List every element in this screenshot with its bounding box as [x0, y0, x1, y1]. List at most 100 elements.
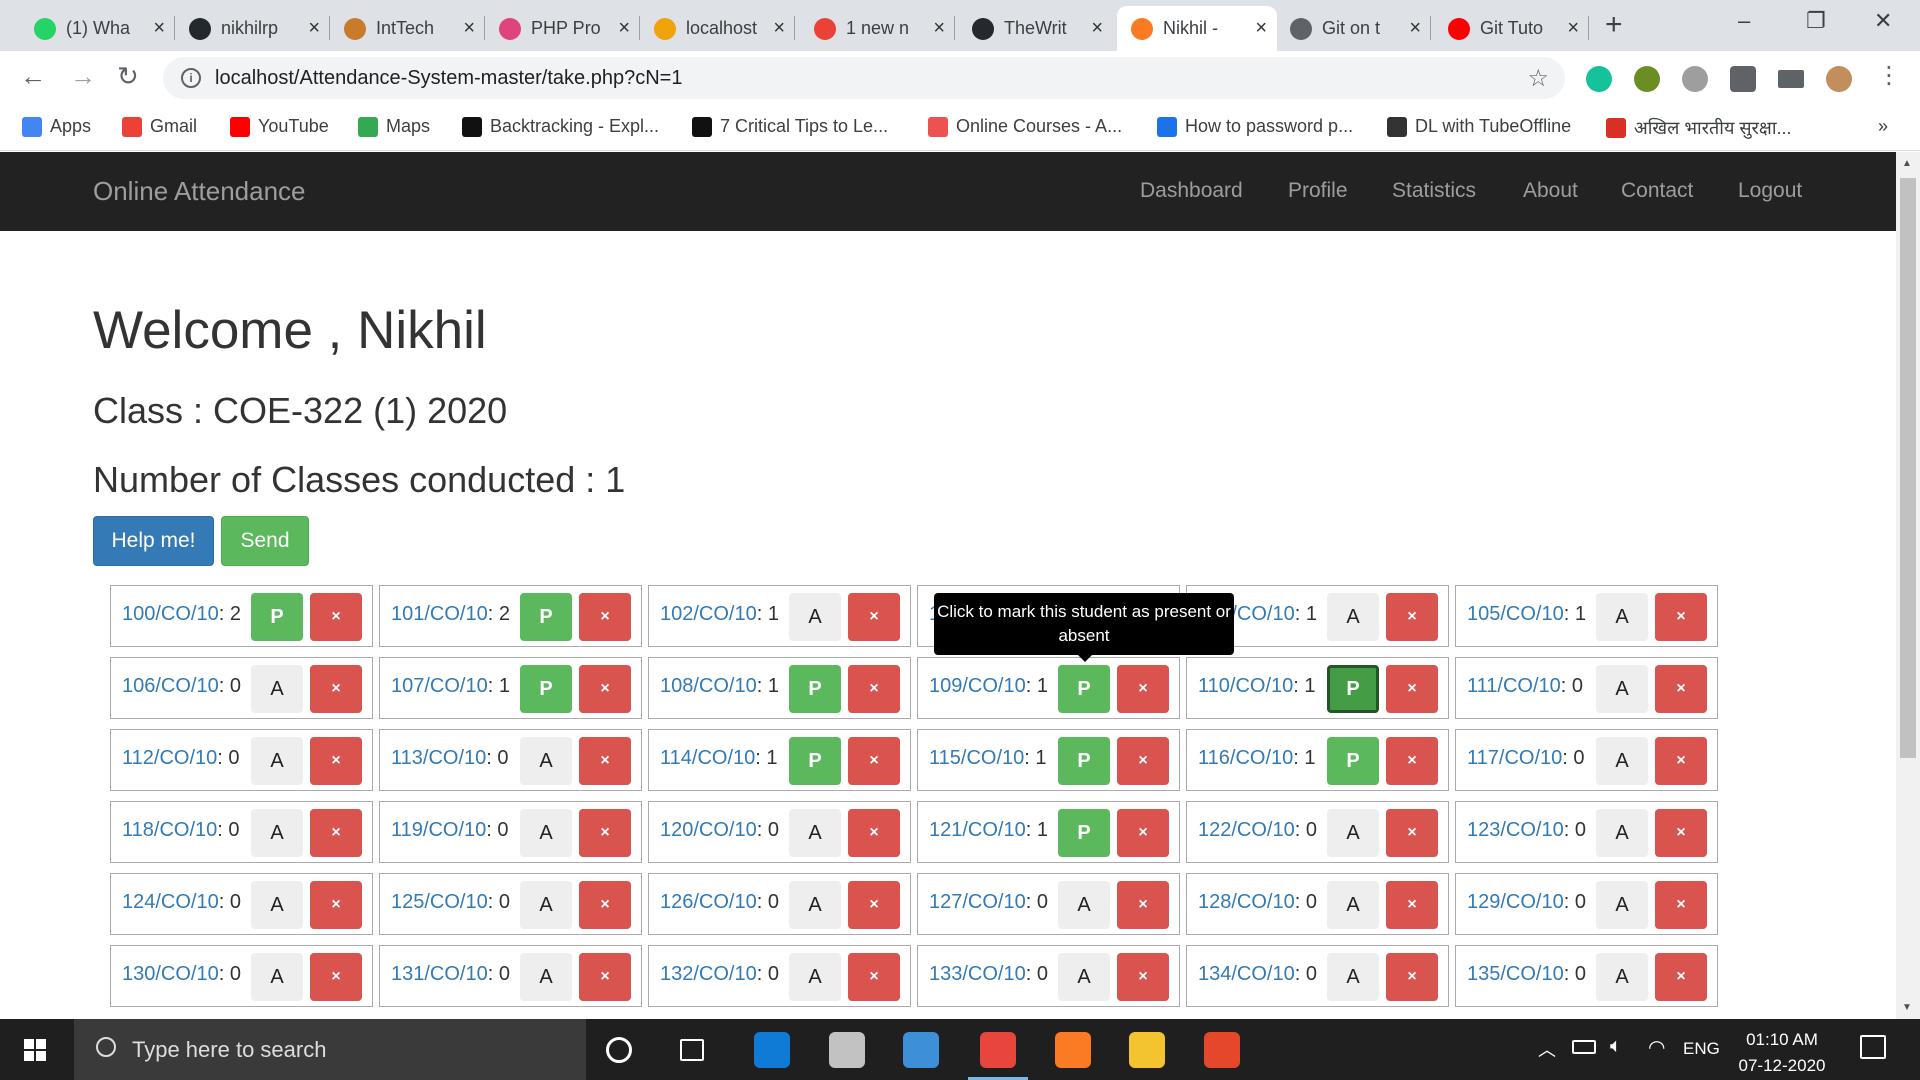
taskbar-search[interactable]: Type here to search: [74, 1019, 586, 1080]
present-absent-toggle[interactable]: P: [520, 665, 572, 713]
bookmark-item[interactable]: Apps: [22, 116, 91, 137]
student-roll-link[interactable]: 115/CO/10: 1: [929, 747, 1047, 770]
present-absent-toggle[interactable]: A: [1327, 953, 1379, 1001]
student-roll-number[interactable]: 135/CO/10: [1467, 963, 1564, 985]
present-absent-toggle[interactable]: A: [251, 953, 303, 1001]
student-roll-link[interactable]: 101/CO/10: 2: [391, 603, 510, 626]
forward-icon[interactable]: →: [70, 61, 96, 92]
student-roll-link[interactable]: 125/CO/10: 0: [391, 891, 510, 914]
present-absent-toggle[interactable]: A: [789, 881, 841, 929]
close-window-icon[interactable]: ✕: [1874, 8, 1892, 34]
remove-student-button[interactable]: ×: [848, 737, 900, 785]
bookmark-item[interactable]: Maps: [358, 116, 430, 137]
wifi-icon[interactable]: ◠: [1648, 1035, 1665, 1060]
tab-close-icon[interactable]: ×: [153, 17, 165, 40]
student-roll-link[interactable]: 127/CO/10: 0: [929, 891, 1048, 914]
present-absent-toggle[interactable]: P: [520, 593, 572, 641]
bookmark-item[interactable]: DL with TubeOffline: [1387, 116, 1571, 137]
student-roll-link[interactable]: 128/CO/10: 0: [1198, 891, 1317, 914]
student-roll-number[interactable]: 124/CO/10: [122, 891, 219, 913]
bookmark-item[interactable]: Gmail: [122, 116, 197, 137]
xampp-icon[interactable]: [1055, 1032, 1091, 1068]
present-absent-toggle[interactable]: A: [520, 737, 572, 785]
student-roll-number[interactable]: 123/CO/10: [1467, 819, 1564, 841]
student-roll-number[interactable]: 106/CO/10: [122, 675, 219, 697]
bookmark-item[interactable]: Backtracking - Expl...: [462, 116, 659, 137]
site-info-icon[interactable]: i: [181, 68, 201, 88]
student-roll-link[interactable]: 111/CO/10: 0: [1467, 675, 1583, 698]
student-roll-link[interactable]: 129/CO/10: 0: [1467, 891, 1586, 914]
student-roll-number[interactable]: 109/CO/10: [929, 675, 1026, 697]
student-roll-number[interactable]: 128/CO/10: [1198, 891, 1295, 913]
file-explorer-icon[interactable]: [1129, 1032, 1165, 1068]
scrollbar-thumb[interactable]: [1900, 178, 1916, 758]
browser-tab[interactable]: nikhilrp ×: [175, 6, 330, 51]
student-roll-link[interactable]: 118/CO/10: 0: [122, 819, 240, 842]
present-absent-toggle[interactable]: P: [251, 593, 303, 641]
remove-student-button[interactable]: ×: [1655, 881, 1707, 929]
student-roll-number[interactable]: 126/CO/10: [660, 891, 757, 913]
student-roll-link[interactable]: 119/CO/10: 0: [391, 819, 509, 842]
tab-close-icon[interactable]: ×: [933, 17, 945, 40]
student-roll-number[interactable]: 117/CO/10: [1467, 747, 1562, 769]
student-roll-link[interactable]: 116/CO/10: 1: [1198, 747, 1316, 770]
student-roll-link[interactable]: 102/CO/10: 1: [660, 603, 779, 626]
chrome-icon[interactable]: [980, 1032, 1016, 1068]
student-roll-number[interactable]: 131/CO/10: [391, 963, 488, 985]
remove-student-button[interactable]: ×: [848, 953, 900, 1001]
student-roll-number[interactable]: 122/CO/10: [1198, 819, 1295, 841]
present-absent-toggle[interactable]: A: [1596, 953, 1648, 1001]
bookmark-item[interactable]: How to password p...: [1157, 116, 1353, 137]
remove-student-button[interactable]: ×: [1386, 881, 1438, 929]
present-absent-toggle[interactable]: A: [1058, 953, 1110, 1001]
browser-tab[interactable]: localhost ×: [640, 6, 795, 51]
tab-close-icon[interactable]: ×: [1091, 17, 1103, 40]
extension-globe-icon[interactable]: [1634, 66, 1660, 92]
present-absent-toggle[interactable]: A: [1058, 881, 1110, 929]
tab-close-icon[interactable]: ×: [1567, 17, 1579, 40]
remove-student-button[interactable]: ×: [579, 953, 631, 1001]
browser-tab[interactable]: IntTech ×: [330, 6, 485, 51]
student-roll-number[interactable]: 107/CO/10: [391, 675, 488, 697]
minimize-icon[interactable]: –: [1738, 8, 1750, 34]
student-roll-number[interactable]: 102/CO/10: [660, 603, 757, 625]
student-roll-link[interactable]: 133/CO/10: 0: [929, 963, 1048, 986]
present-absent-toggle[interactable]: A: [1596, 593, 1648, 641]
back-icon[interactable]: ←: [20, 61, 46, 92]
present-absent-toggle[interactable]: A: [251, 809, 303, 857]
present-absent-toggle[interactable]: P: [789, 737, 841, 785]
student-roll-number[interactable]: 114/CO/10: [660, 747, 755, 769]
remove-student-button[interactable]: ×: [310, 881, 362, 929]
bookmark-item[interactable]: YouTube: [230, 116, 329, 137]
student-roll-link[interactable]: 107/CO/10: 1: [391, 675, 510, 698]
browser-tab[interactable]: Nikhil - ×: [1117, 6, 1277, 51]
scroll-up-icon[interactable]: ▲: [1902, 158, 1912, 169]
remove-student-button[interactable]: ×: [579, 593, 631, 641]
student-roll-number[interactable]: 127/CO/10: [929, 891, 1026, 913]
remove-student-button[interactable]: ×: [1117, 737, 1169, 785]
remove-student-button[interactable]: ×: [579, 809, 631, 857]
remove-student-button[interactable]: ×: [1386, 665, 1438, 713]
help-button[interactable]: Help me!: [93, 516, 214, 566]
student-roll-link[interactable]: 120/CO/10: 0: [660, 819, 779, 842]
student-roll-number[interactable]: 130/CO/10: [122, 963, 219, 985]
tab-close-icon[interactable]: ×: [1255, 17, 1267, 40]
remove-student-button[interactable]: ×: [1386, 737, 1438, 785]
student-roll-link[interactable]: 131/CO/10: 0: [391, 963, 510, 986]
remove-student-button[interactable]: ×: [1117, 665, 1169, 713]
student-roll-link[interactable]: 108/CO/10: 1: [660, 675, 779, 698]
language-indicator[interactable]: ENG: [1683, 1039, 1720, 1059]
student-roll-link[interactable]: 123/CO/10: 0: [1467, 819, 1586, 842]
remove-student-button[interactable]: ×: [1655, 953, 1707, 1001]
remove-student-button[interactable]: ×: [310, 809, 362, 857]
student-roll-number[interactable]: 108/CO/10: [660, 675, 757, 697]
present-absent-toggle[interactable]: P: [1327, 737, 1379, 785]
new-tab-button[interactable]: +: [1605, 8, 1623, 42]
student-roll-number[interactable]: 125/CO/10: [391, 891, 488, 913]
student-roll-number[interactable]: 121/CO/10: [929, 819, 1026, 841]
student-roll-number[interactable]: 111/CO/10: [1467, 675, 1561, 697]
tab-close-icon[interactable]: ×: [463, 17, 475, 40]
remove-student-button[interactable]: ×: [1117, 953, 1169, 1001]
student-roll-number[interactable]: 110/CO/10: [1198, 675, 1293, 697]
media-control-icon[interactable]: [1778, 70, 1804, 88]
